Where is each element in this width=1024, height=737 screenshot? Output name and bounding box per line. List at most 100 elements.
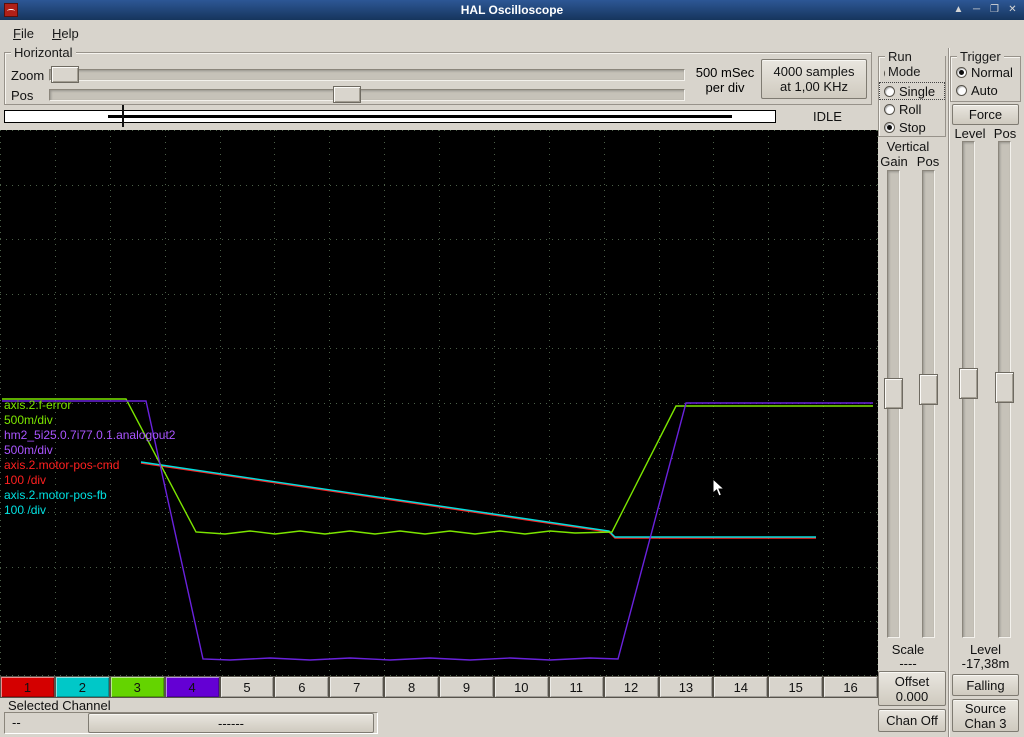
selected-channel-value: -- (12, 715, 21, 730)
trigger-level-label: Level (969, 642, 1002, 657)
readout-name-ch2: axis.2.motor-pos-fb (4, 488, 107, 502)
trace-axis.2.motor-pos-cmd (140, 462, 816, 539)
channel-button-14[interactable]: 14 (713, 676, 769, 698)
scale-value: ---- (899, 656, 917, 671)
force-button[interactable]: Force (952, 104, 1019, 125)
channel-button-13[interactable]: 13 (658, 676, 714, 698)
run-mode-frame: Run Mode Normal Single Roll Stop (878, 49, 946, 137)
menubar: File Help (0, 20, 1024, 46)
zoom-slider[interactable] (49, 69, 685, 81)
trigger-edge-button[interactable]: Falling (952, 674, 1019, 696)
readout-scale-ch4: 500m/div (4, 443, 53, 457)
capture-progress-bar (4, 110, 776, 123)
window-title: HAL Oscilloscope (460, 3, 564, 17)
readout-scale-ch1: 100 /div (4, 473, 47, 487)
trigger-level-col-label: Level (954, 126, 986, 141)
zoom-label: Zoom (11, 68, 45, 83)
offset-value: 0.000 (895, 688, 929, 704)
app-icon (4, 3, 18, 17)
pane-separator (948, 48, 950, 737)
channel-button-3[interactable]: 3 (109, 676, 165, 698)
gain-slider-handle[interactable] (884, 378, 903, 409)
trigger-normal[interactable]: Normal (951, 63, 1020, 81)
channel-button-4[interactable]: 4 (164, 676, 220, 698)
trigger-auto-label: Auto (971, 82, 998, 98)
channel-button-11[interactable]: 11 (548, 676, 604, 698)
rate-per-div-unit: per div (705, 80, 745, 95)
trigger-source-line1: Source (964, 700, 1007, 716)
run-mode-roll-label: Roll (899, 101, 922, 117)
trigger-frame-label: Trigger (957, 49, 1004, 64)
channel-button-10[interactable]: 10 (493, 676, 549, 698)
trigger-normal-label: Normal (971, 64, 1013, 80)
horizontal-frame: Horizontal Zoom Pos 500 mSec per div 400… (4, 45, 872, 105)
trace-axis.2.motor-pos-fb (140, 461, 816, 538)
channel-button-16[interactable]: 16 (823, 676, 878, 698)
channel-button-7[interactable]: 7 (329, 676, 385, 698)
radio-icon (884, 103, 895, 115)
horizontal-frame-label: Horizontal (11, 45, 76, 60)
trigger-auto[interactable]: Auto (951, 81, 1020, 99)
vertical-pos-label: Pos (916, 154, 940, 169)
close-icon[interactable]: ✕ (1005, 2, 1020, 17)
samples-button[interactable]: 4000 samples at 1,00 KHz (761, 59, 867, 99)
run-mode-roll[interactable]: Roll (879, 100, 945, 118)
menu-file[interactable]: File (4, 23, 43, 44)
radio-checked-icon (956, 66, 967, 78)
readout-name-ch3: axis.2.f-error (4, 398, 72, 412)
trigger-source-line2: Chan 3 (964, 715, 1007, 731)
channel-button-2[interactable]: 2 (54, 676, 110, 698)
offset-button[interactable]: Offset 0.000 (878, 671, 946, 706)
chan-off-button[interactable]: Chan Off (878, 709, 946, 732)
pos-label: Pos (11, 88, 34, 103)
scale-label: Scale (891, 642, 925, 657)
trigger-frame: Trigger Normal Auto (950, 49, 1021, 102)
run-mode-stop[interactable]: Stop (879, 118, 945, 136)
samples-count: 4000 samples (773, 64, 855, 79)
radio-icon (956, 84, 967, 96)
titlebar[interactable]: HAL Oscilloscope ▲ ─ ❐ ✕ (0, 0, 1024, 20)
readout-scale-ch3: 500m/div (4, 413, 53, 427)
pos-slider-handle[interactable] (333, 86, 361, 103)
zoom-slider-handle[interactable] (51, 66, 79, 83)
trigger-pos-slider-handle[interactable] (995, 372, 1014, 403)
capture-progress-fill (108, 115, 732, 118)
vertical-gain-label: Gain (880, 154, 908, 169)
mouse-cursor (712, 478, 726, 497)
channel-button-5[interactable]: 5 (219, 676, 275, 698)
trigger-level-value: -17,38m (961, 656, 1010, 671)
trigger-pos-col-label: Pos (993, 126, 1017, 141)
channel-button-6[interactable]: 6 (274, 676, 330, 698)
scope-display: axis.2.f-error 500m/div hm2_5i25.0.7i77.… (0, 130, 878, 676)
vertical-section-label: Vertical (886, 139, 930, 154)
readout-name-ch4: hm2_5i25.0.7i77.0.1.analogout2 (4, 428, 176, 442)
trigger-position-marker[interactable] (122, 105, 124, 127)
selected-channel-source-button[interactable]: ------ (88, 713, 374, 733)
trigger-source-button[interactable]: Source Chan 3 (952, 699, 1019, 732)
capture-status: IDLE (813, 109, 842, 124)
channel-button-9[interactable]: 9 (439, 676, 494, 698)
radio-checked-icon (884, 121, 895, 133)
trigger-level-slider-handle[interactable] (959, 368, 978, 399)
app-window: HAL Oscilloscope ▲ ─ ❐ ✕ File Help Horiz… (0, 0, 1024, 737)
channel-button-1[interactable]: 1 (0, 676, 55, 698)
channel-button-12[interactable]: 12 (603, 676, 659, 698)
menu-help[interactable]: Help (43, 23, 88, 44)
pos-slider[interactable] (49, 89, 685, 101)
window-controls: ▲ ─ ❐ ✕ (951, 2, 1020, 17)
channel-button-15[interactable]: 15 (768, 676, 824, 698)
channel-button-row: 1 2 3 4 5 6 7 8 9 10 11 12 13 14 15 16 (0, 676, 878, 698)
shade-icon[interactable]: ▲ (951, 2, 966, 17)
run-mode-single[interactable]: Single (879, 82, 945, 100)
run-mode-frame-label: Run Mode (885, 49, 945, 79)
channel-readouts: axis.2.f-error 500m/div hm2_5i25.0.7i77.… (4, 398, 175, 518)
maximize-icon[interactable]: ❐ (987, 2, 1002, 17)
samples-rate: at 1,00 KHz (780, 79, 848, 94)
sample-rate-readout: 500 mSec per div (689, 65, 761, 95)
run-mode-single-label: Single (899, 83, 936, 99)
channel-button-8[interactable]: 8 (384, 676, 439, 698)
selected-channel-label: Selected Channel (8, 698, 111, 713)
readout-scale-ch2: 100 /div (4, 503, 47, 517)
minimize-icon[interactable]: ─ (969, 2, 984, 17)
vertical-pos-slider-handle[interactable] (919, 374, 938, 405)
